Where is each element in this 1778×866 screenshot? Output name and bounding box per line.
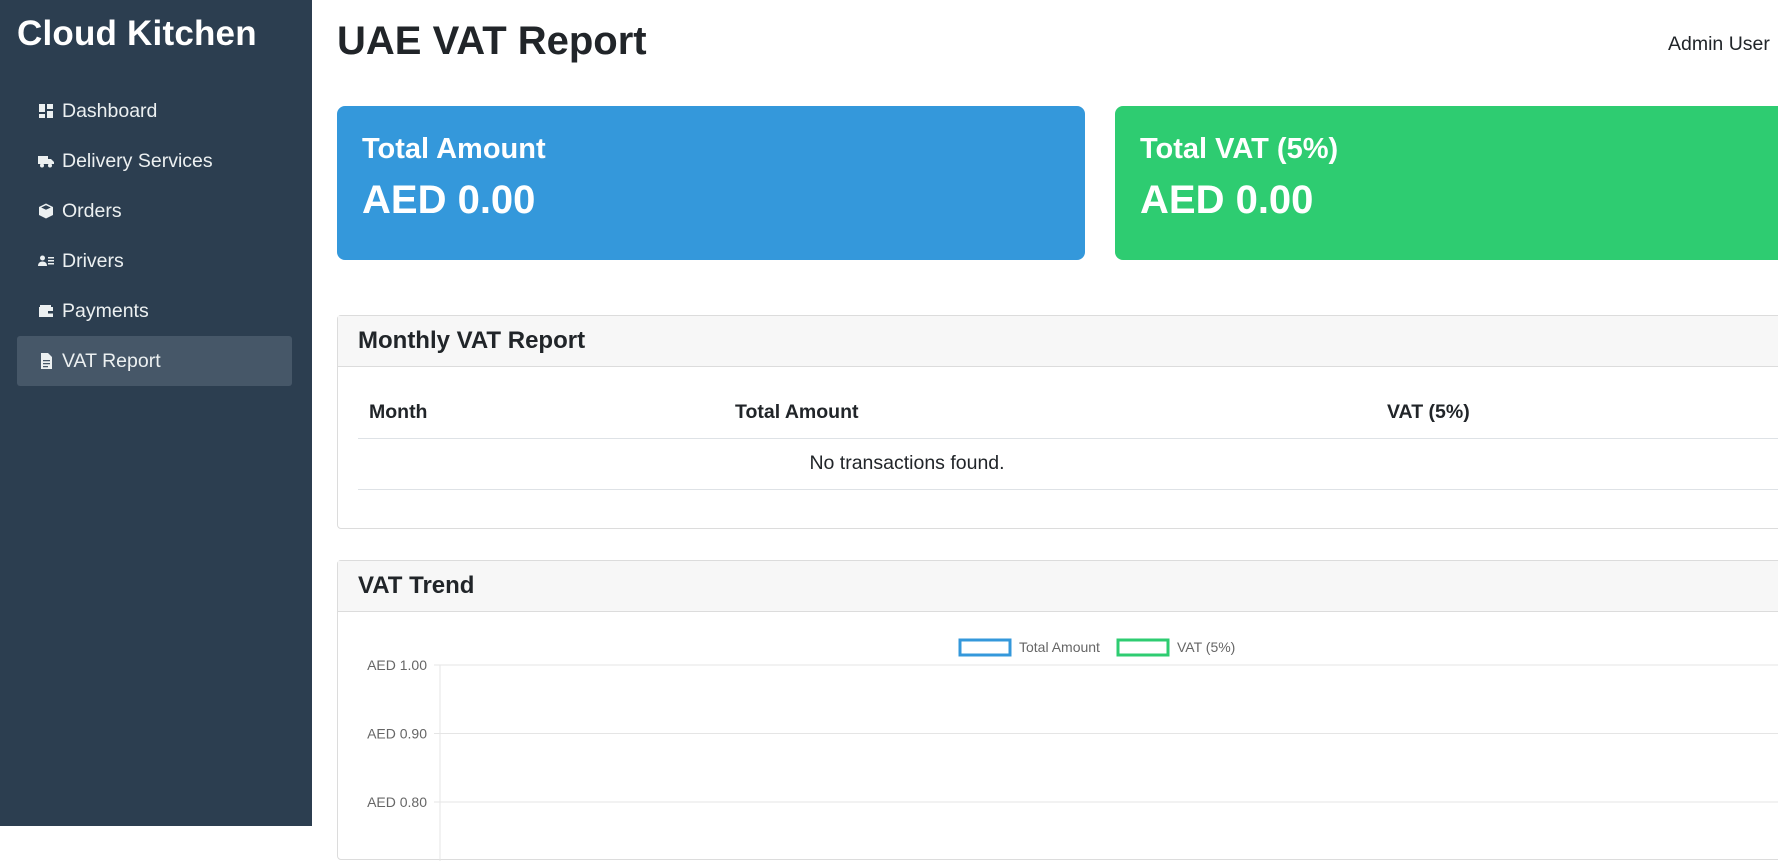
table-row: No transactions found. (358, 438, 1778, 490)
sidebar-item-vat-report[interactable]: VAT Report (17, 336, 292, 386)
panel-title: Monthly VAT Report (338, 316, 1778, 367)
total-vat-value: AED 0.00 (1140, 178, 1314, 222)
sidebar-item-orders[interactable]: Orders (17, 186, 292, 236)
legend-label: Total Amount (1019, 639, 1100, 655)
user-menu[interactable]: Admin User (1668, 33, 1770, 56)
sidebar-item-label: VAT Report (62, 349, 161, 372)
vat-trend-panel: VAT Trend Total Amount VAT (5%) AED 1.00 AE… (337, 560, 1778, 866)
truck-icon (38, 151, 58, 171)
total-vat-card: Total VAT (5%) AED 0.00 (1115, 106, 1778, 260)
dashboard-icon (38, 101, 58, 121)
box-icon (38, 201, 58, 221)
sidebar-item-drivers[interactable]: Drivers (17, 236, 292, 286)
page-title: UAE VAT Report (337, 19, 647, 63)
column-header-vat: VAT (5%) (1376, 387, 1778, 439)
sidebar-item-label: Delivery Services (62, 149, 213, 172)
sidebar-item-delivery-services[interactable]: Delivery Services (17, 136, 292, 186)
total-amount-value: AED 0.00 (362, 178, 536, 222)
total-amount-label: Total Amount (362, 133, 546, 165)
empty-message: No transactions found. (358, 438, 1778, 490)
monthly-vat-report-panel: Monthly VAT Report Month Total Amount VA… (337, 315, 1778, 529)
vat-trend-chart: Total Amount VAT (5%) AED 1.00 AED 0.90 AED … (338, 613, 1778, 866)
legend-swatch (958, 638, 1012, 657)
vat-trend-chart-svg: Total Amount VAT (5%) AED 1.00 AED 0.90 AED … (367, 638, 1778, 866)
column-header-month: Month (358, 387, 724, 439)
sidebar: Cloud Kitchen Dashboard Delivery Service… (0, 0, 312, 826)
total-vat-label: Total VAT (5%) (1140, 133, 1339, 165)
sidebar-item-label: Payments (62, 299, 149, 322)
sidebar-item-label: Drivers (62, 249, 124, 272)
sidebar-item-payments[interactable]: Payments (17, 286, 292, 336)
sidebar-item-label: Orders (62, 199, 122, 222)
table-header-row: Month Total Amount VAT (5%) (358, 387, 1778, 439)
sidebar-item-label: Dashboard (62, 99, 158, 122)
legend-label: VAT (5%) (1177, 639, 1235, 655)
brand-title: Cloud Kitchen (17, 14, 257, 53)
monthly-vat-table: Month Total Amount VAT (5%) No transacti… (358, 387, 1778, 490)
panel-title: VAT Trend (338, 561, 1778, 612)
document-icon (38, 351, 58, 371)
column-header-total-amount: Total Amount (724, 387, 1376, 439)
sidebar-item-dashboard[interactable]: Dashboard (17, 86, 292, 136)
legend-swatch (1116, 638, 1170, 657)
y-tick-label: AED 1.00 (367, 657, 427, 673)
total-amount-card: Total Amount AED 0.00 (337, 106, 1085, 260)
id-card-icon (38, 251, 58, 271)
wallet-icon (38, 301, 58, 321)
y-tick-label: AED 0.90 (367, 726, 427, 742)
y-tick-label: AED 0.80 (367, 794, 427, 810)
